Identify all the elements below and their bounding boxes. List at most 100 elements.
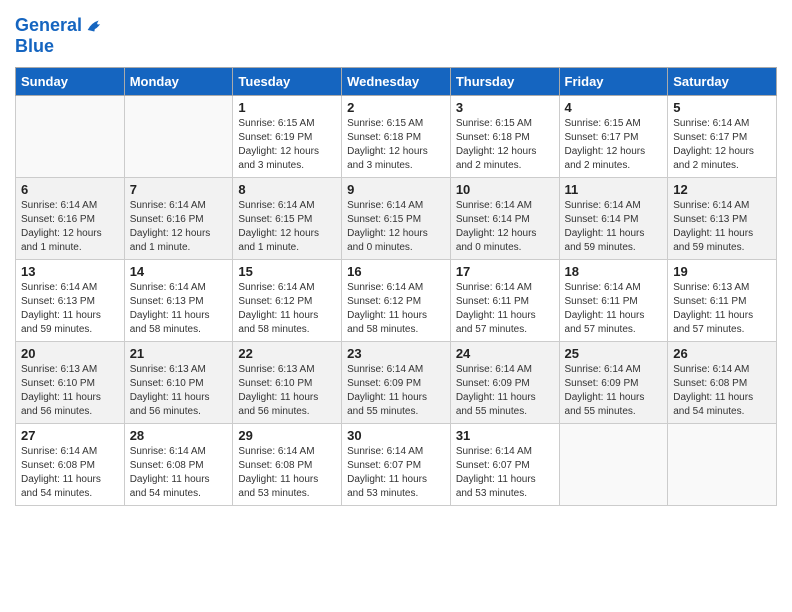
col-header-sunday: Sunday (16, 67, 125, 95)
day-info: Sunrise: 6:14 AMSunset: 6:13 PMDaylight:… (130, 281, 228, 337)
day-info: Sunrise: 6:13 AMSunset: 6:10 PMDaylight:… (21, 363, 119, 419)
day-cell: 28 Sunrise: 6:14 AMSunset: 6:08 PMDayligh… (124, 423, 233, 505)
day-cell (124, 95, 233, 177)
day-cell: 20 Sunrise: 6:13 AMSunset: 6:10 PMDayligh… (16, 341, 125, 423)
calendar: SundayMondayTuesdayWednesdayThursdayFrid… (15, 67, 777, 506)
day-number: 23 (347, 346, 445, 361)
day-info: Sunrise: 6:15 AMSunset: 6:17 PMDaylight:… (565, 117, 663, 173)
day-number: 27 (21, 428, 119, 443)
page: General Blue SundayMondayTuesdayWednesda… (0, 0, 792, 612)
day-cell: 3 Sunrise: 6:15 AMSunset: 6:18 PMDaylight… (450, 95, 559, 177)
day-info: Sunrise: 6:14 AMSunset: 6:11 PMDaylight:… (456, 281, 554, 337)
col-header-tuesday: Tuesday (233, 67, 342, 95)
day-number: 29 (238, 428, 336, 443)
day-info: Sunrise: 6:14 AMSunset: 6:11 PMDaylight:… (565, 281, 663, 337)
col-header-thursday: Thursday (450, 67, 559, 95)
day-number: 22 (238, 346, 336, 361)
day-cell: 12 Sunrise: 6:14 AMSunset: 6:13 PMDayligh… (668, 177, 777, 259)
col-header-friday: Friday (559, 67, 668, 95)
day-cell: 17 Sunrise: 6:14 AMSunset: 6:11 PMDayligh… (450, 259, 559, 341)
day-cell: 6Sunrise: 6:14 AMSunset: 6:16 PMDaylight… (16, 177, 125, 259)
day-info: Sunrise: 6:14 AMSunset: 6:09 PMDaylight:… (347, 363, 445, 419)
day-cell: 16Sunrise: 6:14 AMSunset: 6:12 PMDayligh… (342, 259, 451, 341)
day-number: 1 (238, 100, 336, 115)
day-number: 13 (21, 264, 119, 279)
week-row-2: 6Sunrise: 6:14 AMSunset: 6:16 PMDaylight… (16, 177, 777, 259)
day-info: Sunrise: 6:14 AMSunset: 6:08 PMDaylight:… (130, 445, 228, 501)
day-cell: 7 Sunrise: 6:14 AMSunset: 6:16 PMDaylight… (124, 177, 233, 259)
day-number: 10 (456, 182, 554, 197)
day-cell: 9Sunrise: 6:14 AMSunset: 6:15 PMDaylight… (342, 177, 451, 259)
week-row-1: 1 Sunrise: 6:15 AMSunset: 6:19 PMDaylight… (16, 95, 777, 177)
day-cell: 15 Sunrise: 6:14 AMSunset: 6:12 PMDayligh… (233, 259, 342, 341)
day-info: Sunrise: 6:14 AMSunset: 6:17 PMDaylight:… (673, 117, 771, 173)
logo: General Blue (15, 15, 106, 57)
day-number: 18 (565, 264, 663, 279)
day-number: 20 (21, 346, 119, 361)
day-cell: 13 Sunrise: 6:14 AMSunset: 6:13 PMDayligh… (16, 259, 125, 341)
day-info: Sunrise: 6:13 AMSunset: 6:11 PMDaylight:… (673, 281, 771, 337)
day-number: 8 (238, 182, 336, 197)
logo-bird-icon (84, 15, 106, 37)
day-cell: 10Sunrise: 6:14 AMSunset: 6:14 PMDayligh… (450, 177, 559, 259)
day-cell: 5Sunrise: 6:14 AMSunset: 6:17 PMDaylight… (668, 95, 777, 177)
day-cell: 30 Sunrise: 6:14 AMSunset: 6:07 PMDayligh… (342, 423, 451, 505)
day-cell: 2 Sunrise: 6:15 AMSunset: 6:18 PMDaylight… (342, 95, 451, 177)
day-cell (559, 423, 668, 505)
logo-blue-text: Blue (15, 37, 106, 57)
day-info: Sunrise: 6:13 AMSunset: 6:10 PMDaylight:… (130, 363, 228, 419)
day-cell: 11 Sunrise: 6:14 AMSunset: 6:14 PMDayligh… (559, 177, 668, 259)
calendar-header-row: SundayMondayTuesdayWednesdayThursdayFrid… (16, 67, 777, 95)
day-cell: 29Sunrise: 6:14 AMSunset: 6:08 PMDayligh… (233, 423, 342, 505)
day-cell: 21Sunrise: 6:13 AMSunset: 6:10 PMDayligh… (124, 341, 233, 423)
day-info: Sunrise: 6:15 AMSunset: 6:18 PMDaylight:… (456, 117, 554, 173)
day-cell: 25 Sunrise: 6:14 AMSunset: 6:09 PMDayligh… (559, 341, 668, 423)
day-number: 30 (347, 428, 445, 443)
day-number: 4 (565, 100, 663, 115)
day-info: Sunrise: 6:13 AMSunset: 6:10 PMDaylight:… (238, 363, 336, 419)
day-info: Sunrise: 6:14 AMSunset: 6:07 PMDaylight:… (456, 445, 554, 501)
day-cell: 1 Sunrise: 6:15 AMSunset: 6:19 PMDaylight… (233, 95, 342, 177)
day-info: Sunrise: 6:14 AMSunset: 6:14 PMDaylight:… (565, 199, 663, 255)
day-number: 3 (456, 100, 554, 115)
logo-text: General (15, 16, 82, 36)
header: General Blue (15, 15, 777, 57)
week-row-5: 27 Sunrise: 6:14 AMSunset: 6:08 PMDayligh… (16, 423, 777, 505)
day-number: 2 (347, 100, 445, 115)
day-info: Sunrise: 6:14 AMSunset: 6:16 PMDaylight:… (130, 199, 228, 255)
week-row-3: 13 Sunrise: 6:14 AMSunset: 6:13 PMDayligh… (16, 259, 777, 341)
day-number: 15 (238, 264, 336, 279)
day-cell: 4 Sunrise: 6:15 AMSunset: 6:17 PMDaylight… (559, 95, 668, 177)
day-info: Sunrise: 6:14 AMSunset: 6:15 PMDaylight:… (238, 199, 336, 255)
day-number: 12 (673, 182, 771, 197)
day-cell: 26 Sunrise: 6:14 AMSunset: 6:08 PMDayligh… (668, 341, 777, 423)
day-info: Sunrise: 6:15 AMSunset: 6:18 PMDaylight:… (347, 117, 445, 173)
day-info: Sunrise: 6:14 AMSunset: 6:12 PMDaylight:… (238, 281, 336, 337)
day-info: Sunrise: 6:14 AMSunset: 6:13 PMDaylight:… (21, 281, 119, 337)
day-cell: 22 Sunrise: 6:13 AMSunset: 6:10 PMDayligh… (233, 341, 342, 423)
day-cell: 24Sunrise: 6:14 AMSunset: 6:09 PMDayligh… (450, 341, 559, 423)
day-cell: 18 Sunrise: 6:14 AMSunset: 6:11 PMDayligh… (559, 259, 668, 341)
day-info: Sunrise: 6:14 AMSunset: 6:07 PMDaylight:… (347, 445, 445, 501)
day-info: Sunrise: 6:14 AMSunset: 6:13 PMDaylight:… (673, 199, 771, 255)
day-number: 17 (456, 264, 554, 279)
day-cell (16, 95, 125, 177)
col-header-monday: Monday (124, 67, 233, 95)
day-number: 16 (347, 264, 445, 279)
day-number: 26 (673, 346, 771, 361)
day-info: Sunrise: 6:15 AMSunset: 6:19 PMDaylight:… (238, 117, 336, 173)
day-info: Sunrise: 6:14 AMSunset: 6:15 PMDaylight:… (347, 199, 445, 255)
day-number: 25 (565, 346, 663, 361)
day-cell: 8 Sunrise: 6:14 AMSunset: 6:15 PMDaylight… (233, 177, 342, 259)
day-number: 24 (456, 346, 554, 361)
day-info: Sunrise: 6:14 AMSunset: 6:08 PMDaylight:… (21, 445, 119, 501)
col-header-wednesday: Wednesday (342, 67, 451, 95)
day-number: 11 (565, 182, 663, 197)
day-number: 7 (130, 182, 228, 197)
day-number: 31 (456, 428, 554, 443)
day-number: 28 (130, 428, 228, 443)
col-header-saturday: Saturday (668, 67, 777, 95)
day-info: Sunrise: 6:14 AMSunset: 6:09 PMDaylight:… (565, 363, 663, 419)
day-info: Sunrise: 6:14 AMSunset: 6:08 PMDaylight:… (673, 363, 771, 419)
day-number: 14 (130, 264, 228, 279)
